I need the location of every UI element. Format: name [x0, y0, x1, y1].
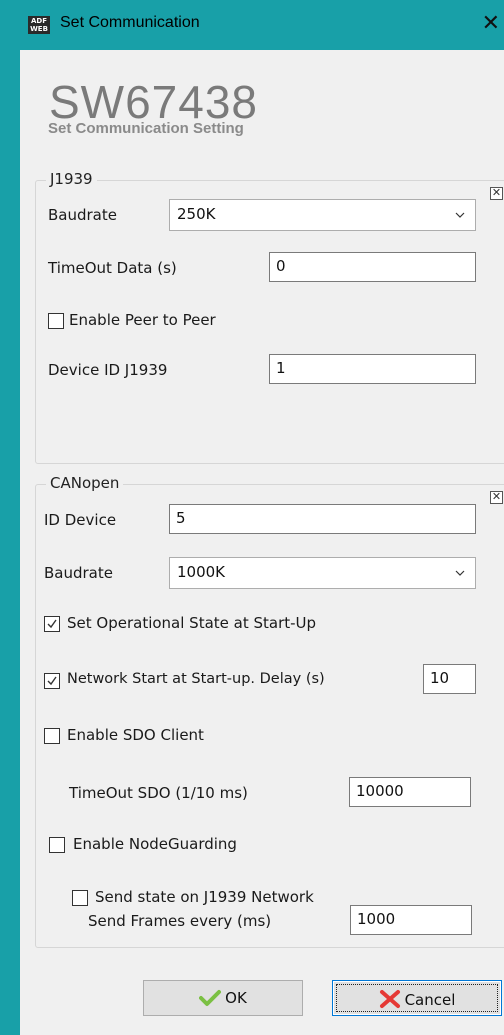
cancel-button[interactable]: Cancel	[332, 980, 502, 1016]
app-icon: ADF WEB	[28, 16, 50, 34]
cancel-x-icon	[379, 990, 400, 1008]
canopen-close-icon[interactable]: ✕	[490, 491, 503, 504]
j1939-peer-label: Enable Peer to Peer	[69, 311, 216, 329]
canopen-baudrate-value: 1000K	[177, 563, 226, 581]
sendstate-checkbox[interactable]	[72, 890, 88, 906]
opstate-label: Set Operational State at Start-Up	[67, 614, 317, 632]
netstart-label: Network Start at Start-up. Delay (s)	[67, 671, 325, 687]
canopen-legend: CANopen	[46, 474, 124, 492]
sendstate-label: Send state on J1939 Network	[95, 888, 314, 906]
window-left-border	[0, 0, 20, 1035]
j1939-peer-checkbox[interactable]	[48, 313, 64, 329]
canopen-id-label: ID Device	[44, 511, 117, 529]
j1939-timeout-label: TimeOut Data (s)	[48, 259, 177, 277]
j1939-baudrate-select[interactable]: 250K	[169, 199, 476, 231]
sdo-checkbox[interactable]	[44, 728, 60, 744]
ok-button[interactable]: OK	[143, 980, 303, 1016]
netstart-delay-input[interactable]: 10	[423, 664, 476, 694]
nodeguard-checkbox[interactable]	[49, 837, 65, 853]
canopen-baudrate-select[interactable]: 1000K	[169, 557, 476, 589]
checkmark-icon	[47, 619, 57, 629]
sdo-timeout-label: TimeOut SDO (1/10 ms)	[69, 784, 248, 802]
canopen-baudrate-label: Baudrate	[44, 564, 113, 582]
j1939-close-icon[interactable]: ✕	[490, 187, 503, 200]
checkmark-icon	[199, 990, 222, 1006]
close-icon[interactable]: ✕	[482, 10, 500, 36]
window-title: Set Communication	[60, 14, 200, 31]
title-bar[interactable]: ADF WEB Set Communication ✕	[20, 0, 504, 50]
opstate-checkbox[interactable]	[44, 616, 60, 632]
sdo-label: Enable SDO Client	[67, 726, 204, 744]
j1939-timeout-input[interactable]: 0	[269, 252, 476, 282]
chevron-down-icon	[455, 212, 465, 218]
checkmark-icon	[47, 676, 57, 686]
j1939-device-id-label: Device ID J1939	[48, 361, 168, 379]
frames-input[interactable]: 1000	[350, 905, 472, 935]
j1939-device-id-input[interactable]: 1	[269, 354, 476, 384]
netstart-checkbox[interactable]	[44, 673, 60, 689]
j1939-baudrate-value: 250K	[177, 205, 216, 223]
sdo-timeout-input[interactable]: 10000	[349, 777, 471, 807]
page-subtitle: Set Communication Setting	[48, 120, 244, 137]
cancel-label: Cancel	[404, 991, 456, 1009]
nodeguard-label: Enable NodeGuarding	[73, 835, 237, 853]
j1939-baudrate-label: Baudrate	[48, 206, 117, 224]
j1939-group: J1939 ✕ Baudrate 250K TimeOut Data (s) 0…	[35, 170, 504, 464]
canopen-group: CANopen ✕ ID Device 5 Baudrate 1000K Set…	[35, 474, 504, 948]
dialog-content: SW67438 Set Communication Setting J1939 …	[20, 50, 504, 1035]
chevron-down-icon	[455, 570, 465, 576]
dialog-window: ADF WEB Set Communication ✕ SW67438 Set C…	[0, 0, 504, 1035]
canopen-id-input[interactable]: 5	[169, 504, 476, 534]
frames-label-visible: Send Frames every (ms)	[88, 912, 272, 930]
j1939-legend: J1939	[46, 170, 97, 188]
ok-label: OK	[225, 989, 247, 1007]
